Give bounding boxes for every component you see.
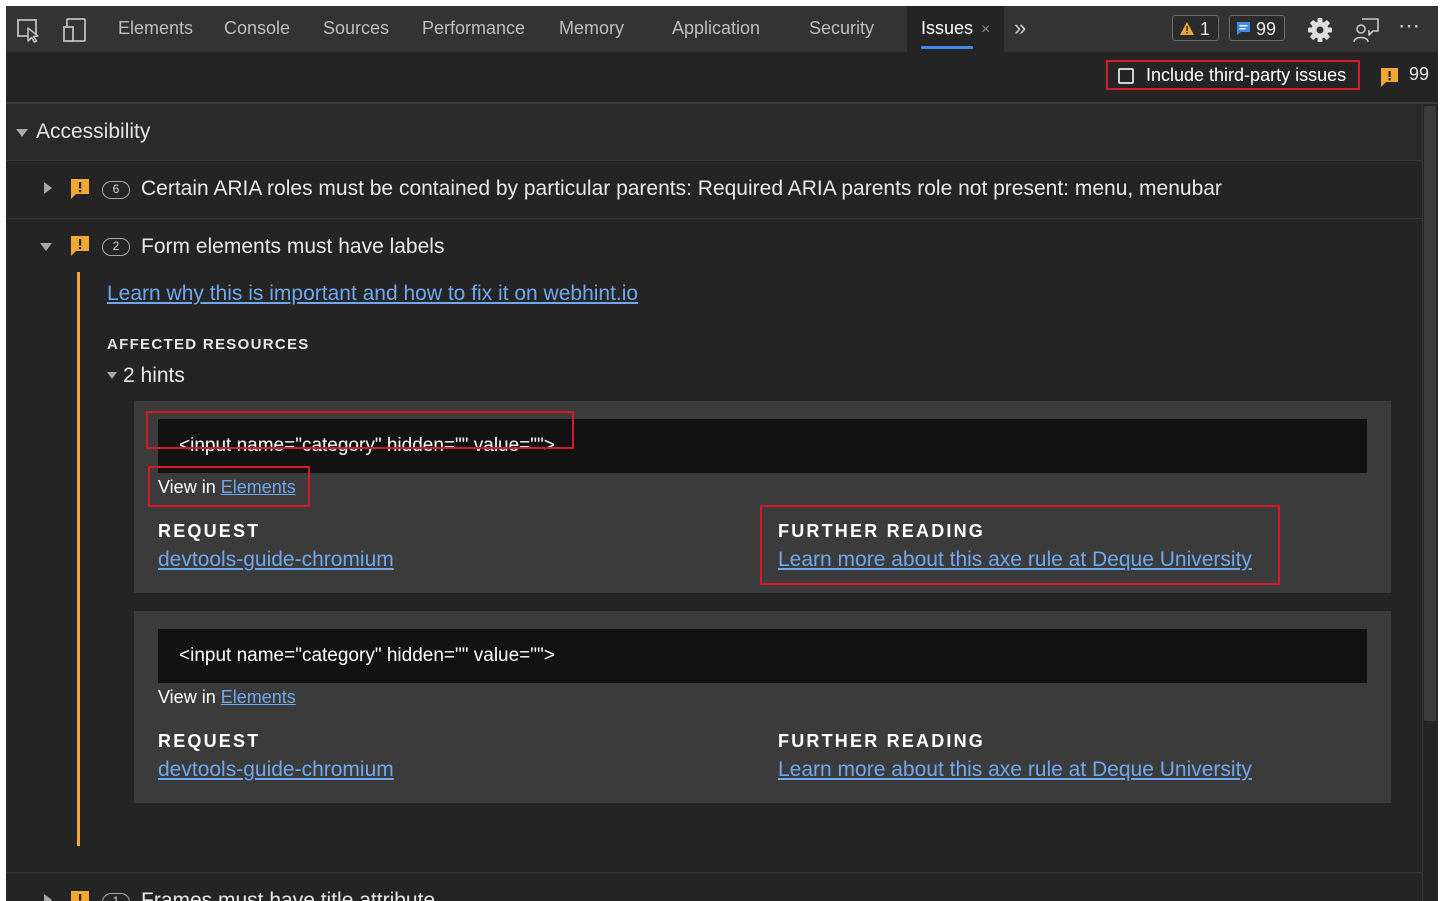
warning-icon <box>1180 22 1194 35</box>
issue-count-badge: 1 <box>102 893 130 901</box>
issue-icon <box>71 179 89 199</box>
close-icon[interactable]: × <box>981 21 990 38</box>
chevron-right-icon[interactable] <box>44 182 52 194</box>
issue-severity-bar <box>77 272 80 846</box>
messages-counter[interactable]: 99 <box>1229 15 1286 41</box>
issue-title: Form elements must have labels <box>141 235 445 258</box>
hints-toggle[interactable]: 2 hints <box>107 364 185 388</box>
highlight-box <box>760 505 1280 585</box>
affected-resources-heading: AFFECTED RESOURCES <box>107 336 310 353</box>
issue-title: Certain ARIA roles must be contained by … <box>141 177 1222 200</box>
chevron-double-right-icon[interactable]: » <box>1014 6 1026 52</box>
issue-row-form-labels[interactable]: 2 Form elements must have labels <box>6 218 1422 275</box>
third-party-checkbox[interactable] <box>1118 68 1134 84</box>
scrollbar-thumb[interactable] <box>1424 106 1436 721</box>
warnings-count: 1 <box>1200 19 1211 39</box>
tab-application[interactable]: Application <box>672 6 760 52</box>
include-third-party-toggle[interactable]: Include third-party issues <box>1106 60 1360 90</box>
request-link[interactable]: devtools-guide-chromium <box>158 548 394 572</box>
tab-security[interactable]: Security <box>809 6 874 52</box>
category-title: Accessibility <box>36 120 151 143</box>
tab-sources[interactable]: Sources <box>323 6 389 52</box>
view-in: View in Elements <box>158 687 296 708</box>
device-toolbar-icon[interactable] <box>62 17 88 43</box>
total-issue-count: 99 <box>1409 64 1430 84</box>
tab-console[interactable]: Console <box>224 6 290 52</box>
hint-card: <input name="category" hidden="" value="… <box>134 611 1391 803</box>
gear-icon[interactable] <box>1307 17 1333 43</box>
message-icon <box>1237 22 1250 35</box>
further-reading-heading: FURTHER READING <box>778 731 985 751</box>
issue-title: Frames must have title attribute <box>141 889 436 901</box>
issue-icon <box>71 891 89 901</box>
third-party-label: Include third-party issues <box>1146 65 1347 85</box>
chevron-down-icon[interactable] <box>16 129 28 137</box>
feedback-icon[interactable] <box>1353 16 1381 44</box>
category-header[interactable]: Accessibility <box>6 104 1422 161</box>
devtools-window: Elements Console Sources Performance Mem… <box>6 6 1438 901</box>
messages-count: 99 <box>1256 19 1277 39</box>
tab-memory[interactable]: Memory <box>559 6 624 52</box>
chevron-down-icon <box>107 372 117 379</box>
view-in-elements-link[interactable]: Elements <box>221 687 296 707</box>
more-options-icon[interactable]: ⋯ <box>1398 6 1422 52</box>
tab-issues[interactable]: Issues × <box>907 6 1005 52</box>
active-tab-indicator <box>921 46 973 49</box>
chevron-down-icon[interactable] <box>40 243 52 251</box>
tab-elements[interactable]: Elements <box>118 6 193 52</box>
highlight-box <box>146 411 574 449</box>
issue-count-badge: 6 <box>102 181 130 199</box>
tab-issues-label: Issues <box>921 18 974 38</box>
issue-row-aria-parents[interactable]: 6 Certain ARIA roles must be contained b… <box>6 161 1422 219</box>
hints-count-label: 2 hints <box>123 364 185 387</box>
code-snippet: <input name="category" hidden="" value="… <box>158 629 1367 683</box>
chevron-right-icon[interactable] <box>44 894 52 901</box>
code-text: <input name="category" hidden="" value="… <box>179 645 555 666</box>
request-heading: REQUEST <box>158 521 261 541</box>
view-in-label: View in <box>158 687 216 707</box>
request-heading: REQUEST <box>158 731 261 751</box>
request-link[interactable]: devtools-guide-chromium <box>158 758 394 782</box>
webhint-link[interactable]: Learn why this is important and how to f… <box>107 282 638 306</box>
issue-count-badge: 2 <box>102 238 130 256</box>
issue-row-frame-title[interactable]: 1 Frames must have title attribute <box>6 872 1422 901</box>
further-reading-link[interactable]: Learn more about this axe rule at Deque … <box>778 758 1252 782</box>
tab-performance[interactable]: Performance <box>422 6 525 52</box>
issues-toolbar: Include third-party issues 99 <box>6 52 1438 104</box>
warnings-counter[interactable]: 1 <box>1172 15 1220 41</box>
devtools-tabbar: Elements Console Sources Performance Mem… <box>6 6 1438 52</box>
issue-icon <box>1381 68 1398 87</box>
hint-card: <input name="category" hidden="" value="… <box>134 401 1391 593</box>
issue-icon <box>71 236 89 256</box>
inspect-element-icon[interactable] <box>16 17 42 43</box>
highlight-box <box>148 466 310 507</box>
